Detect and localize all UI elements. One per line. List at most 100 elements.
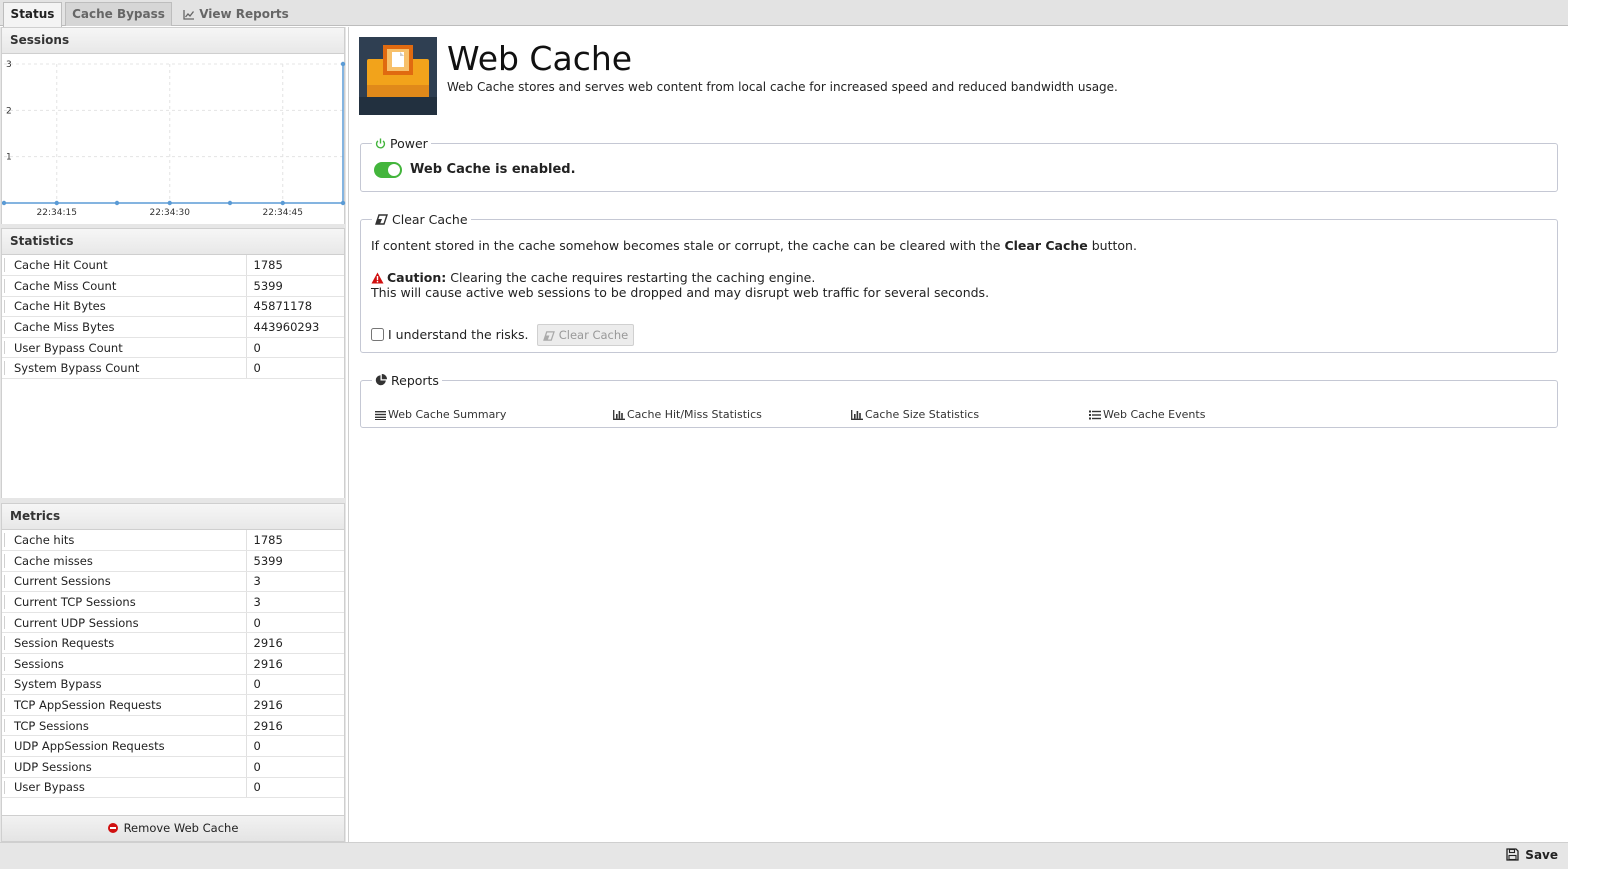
left-column: Sessions 1 2 3 22:34:15 22:34:30 22:34:45 Sta… <box>0 27 346 842</box>
eraser-icon <box>375 214 388 225</box>
remove-web-cache-label: Remove Web Cache <box>123 821 239 835</box>
report-link-label: Web Cache Events <box>1103 408 1206 421</box>
statistics-panel-title: Statistics <box>10 234 74 248</box>
chart-point <box>1 200 7 206</box>
tab-status-label: Status <box>10 7 55 21</box>
chart-point <box>340 200 346 206</box>
metrics-row: Session Requests 2916 <box>2 632 344 655</box>
caution-line-2: This will cause active web sessions to b… <box>371 285 990 300</box>
metrics-row: TCP AppSession Requests 2916 <box>2 694 344 716</box>
metrics-row-label: UDP AppSession Requests <box>2 735 247 758</box>
remove-web-cache-button[interactable]: Remove Web Cache <box>1 815 345 842</box>
metrics-row-value: 2916 <box>246 632 344 655</box>
metrics-row-label: Cache hits <box>2 530 247 552</box>
report-link-cache-size[interactable]: Cache Size Statistics <box>851 408 979 421</box>
understand-risks-checkbox[interactable] <box>371 328 384 341</box>
chart-y-tick-label: 1 <box>6 153 12 163</box>
chart-point <box>280 200 285 206</box>
clear-cache-intro-text: If content stored in the cache somehow b… <box>371 238 1005 253</box>
web-cache-icon <box>359 37 437 115</box>
metrics-row: Cache misses 5399 <box>2 550 344 572</box>
metrics-row-value: 2916 <box>246 715 344 737</box>
statistics-row-label: System Bypass Count <box>2 357 247 380</box>
statistics-table: Cache Hit Count 1785 Cache Miss Count 5399 C… <box>2 255 344 380</box>
caution-line: Caution: Clearing the cache requires res… <box>371 270 815 285</box>
statistics-row-label: Cache Hit Count <box>2 255 247 277</box>
statistics-row: Cache Hit Bytes 45871178 <box>2 296 344 318</box>
eraser-icon <box>542 331 555 341</box>
statistics-row: Cache Miss Count 5399 <box>2 275 344 297</box>
bar-chart-icon <box>851 410 863 420</box>
risk-checkbox-row[interactable]: I understand the risks. <box>371 327 529 342</box>
align-justify-icon <box>375 411 386 420</box>
metrics-row-label: TCP AppSession Requests <box>2 694 247 716</box>
power-legend-label: Power <box>390 136 428 151</box>
metrics-row-value: 0 <box>246 756 344 778</box>
statistics-row-label: Cache Miss Bytes <box>2 316 247 338</box>
metrics-row: Current UDP Sessions 0 <box>2 612 344 634</box>
sessions-chart: 1 2 3 22:34:15 22:34:30 22:34:45 <box>1 54 346 224</box>
statistics-row-value: 45871178 <box>246 296 344 318</box>
tab-cache-bypass[interactable]: Cache Bypass <box>65 2 172 26</box>
metrics-row: Current Sessions 3 <box>2 571 344 593</box>
metrics-panel: Cache hits 1785 Cache misses 5399 Current Se… <box>1 530 345 815</box>
sessions-chart-svg: 1 2 3 22:34:15 22:34:30 22:34:45 <box>1 60 346 218</box>
list-icon <box>1089 410 1101 420</box>
statistics-row-value: 1785 <box>246 255 344 277</box>
metrics-row-value: 0 <box>246 674 344 696</box>
metrics-row-label: System Bypass <box>2 674 247 696</box>
tab-bar: Status Cache Bypass View Reports <box>0 0 1568 27</box>
metrics-row-label: User Bypass <box>2 777 247 799</box>
metrics-row-label: UDP Sessions <box>2 756 247 778</box>
statistics-row: Cache Miss Bytes 443960293 <box>2 316 344 338</box>
statistics-panel-header: Statistics <box>1 228 345 255</box>
metrics-row: UDP AppSession Requests 0 <box>2 735 344 758</box>
bar-chart-icon <box>613 410 625 420</box>
metrics-panel-title: Metrics <box>10 509 61 523</box>
reports-legend: Reports <box>372 373 442 388</box>
sessions-panel-title: Sessions <box>10 33 70 47</box>
metrics-row-value: 0 <box>246 735 344 758</box>
caution-label: Caution: <box>387 270 447 285</box>
tab-cache-bypass-label: Cache Bypass <box>72 7 165 21</box>
chart-point <box>167 200 172 206</box>
save-button[interactable]: Save <box>1506 848 1558 862</box>
save-label: Save <box>1525 848 1558 862</box>
metrics-row-value: 0 <box>246 777 344 799</box>
report-link-web-cache-summary[interactable]: Web Cache Summary <box>375 408 506 421</box>
statistics-row: Cache Hit Count 1785 <box>2 255 344 277</box>
sessions-panel-header: Sessions <box>1 27 345 54</box>
clear-cache-intro-bold: Clear Cache <box>1004 238 1088 253</box>
metrics-row: TCP Sessions 2916 <box>2 715 344 737</box>
report-link-web-cache-events[interactable]: Web Cache Events <box>1089 408 1205 421</box>
report-link-cache-hit-miss[interactable]: Cache Hit/Miss Statistics <box>613 408 762 421</box>
metrics-row-label: Session Requests <box>2 632 247 655</box>
clear-cache-intro-end: button. <box>1087 238 1137 253</box>
pie-chart-icon <box>375 373 388 386</box>
clear-cache-legend-label: Clear Cache <box>392 212 468 227</box>
metrics-row-label: Current UDP Sessions <box>2 612 247 634</box>
tab-view-reports-label: View Reports <box>199 7 289 21</box>
chart-point <box>227 200 233 206</box>
metrics-row-value: 3 <box>246 571 344 593</box>
chart-point <box>114 200 120 206</box>
clear-cache-button[interactable]: Clear Cache <box>537 324 634 346</box>
report-link-label: Cache Hit/Miss Statistics <box>627 408 762 421</box>
clear-cache-button-label: Clear Cache <box>558 328 629 342</box>
tab-view-reports[interactable]: View Reports <box>175 2 297 26</box>
tab-status[interactable]: Status <box>3 2 62 27</box>
statistics-row-label: Cache Hit Bytes <box>2 296 247 318</box>
metrics-row-value: 1785 <box>246 530 344 552</box>
minus-circle-icon <box>107 823 118 833</box>
line-chart-icon <box>183 10 195 20</box>
power-toggle[interactable] <box>374 162 402 178</box>
metrics-row: User Bypass 0 <box>2 777 344 799</box>
footer-bar: Save <box>0 842 1568 869</box>
metrics-row: UDP Sessions 0 <box>2 756 344 778</box>
metrics-row-label: Current TCP Sessions <box>2 591 247 613</box>
statistics-row-value: 443960293 <box>246 316 344 338</box>
metrics-row-value: 3 <box>246 591 344 613</box>
statistics-panel: Cache Hit Count 1785 Cache Miss Count 5399 C… <box>1 255 345 498</box>
metrics-table: Cache hits 1785 Cache misses 5399 Current Se… <box>2 530 344 799</box>
report-link-label: Cache Size Statistics <box>865 408 980 421</box>
